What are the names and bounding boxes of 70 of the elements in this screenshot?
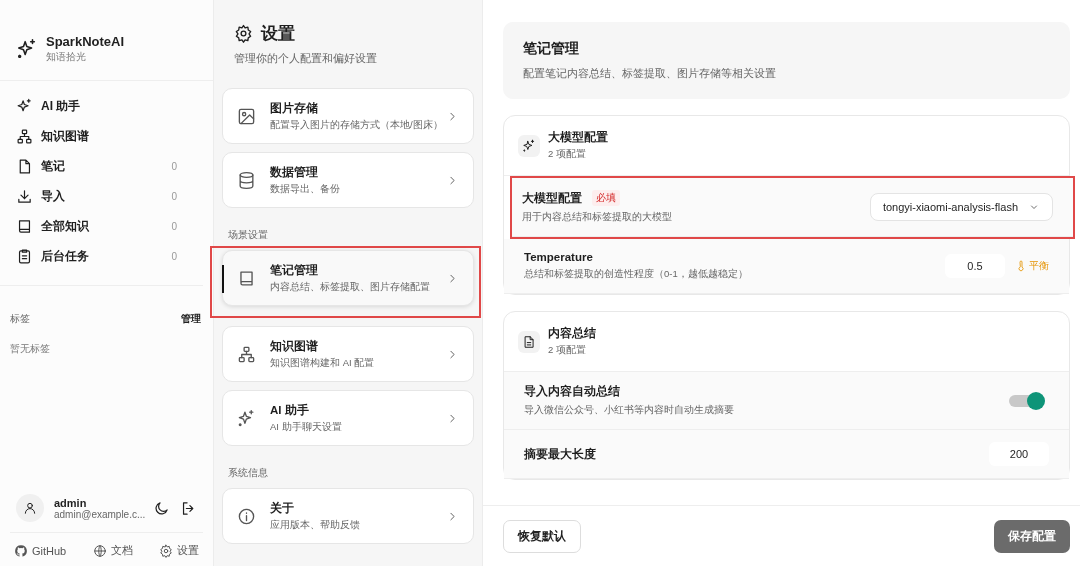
sparkle-icon [16,38,38,60]
app-tagline: 知语拾光 [46,50,87,64]
book-icon [237,268,256,288]
book-icon [16,217,33,235]
settings-card[interactable]: 知识图谱 知识图谱构建和 AI 配置 [222,326,474,382]
network-icon [237,344,256,364]
number-field[interactable]: 0.5 [945,254,1005,278]
moon-icon[interactable] [153,499,170,517]
database-icon [237,170,256,190]
nav-item[interactable]: 笔记 0 [10,151,193,181]
network-icon [16,127,33,145]
number-field[interactable]: 200 [989,442,1049,466]
user-email: admin@example.c... [54,508,143,520]
settings-card[interactable]: 图片存储 配置导入图片的存储方式（本地/图床） [222,88,474,144]
gear-icon [159,543,173,558]
config-count: 2 项配置 [548,344,587,357]
image-icon [237,106,256,126]
model-dropdown[interactable]: tongyi-xiaomi-analysis-flash [869,193,1053,221]
setting-label: 大模型配置 [522,190,582,206]
thermometer-icon [1015,260,1027,272]
sparkle-icon [237,408,256,428]
nav-item[interactable]: 后台任务 0 [10,241,193,271]
level-hint: 平衡 [1029,259,1049,273]
setting-label: 摘要最大长度 [524,446,596,462]
required-badge: 必填 [592,190,620,206]
panel-title: 内容总结 [548,326,596,341]
setting-description: 用于内容总结和标签提取的大模型 [522,211,673,224]
footer-link[interactable]: GitHub [14,543,67,558]
app-name: SparkNoteAI [46,34,125,49]
item-count: 0 [171,190,178,202]
setting-description: 导入微信公众号、小红书等内容时自动生成摘要 [524,404,735,417]
globe-icon [92,543,107,558]
save-button[interactable]: 保存配置 [994,519,1070,553]
nav-item[interactable]: 导入 0 [10,181,193,211]
panel-title: 大模型配置 [548,130,608,145]
empty-message: 暂无标签 [9,342,51,356]
section-title: 笔记管理 [523,40,580,58]
settings-card[interactable]: 笔记管理 内容总结、标签提取、图片存储配置 [222,250,474,306]
settings-card[interactable]: 数据管理 数据导出、备份 [222,152,474,208]
nav-item[interactable]: 知识图谱 [10,121,193,151]
github-icon [14,543,28,558]
footer-link[interactable]: 文档 [92,543,133,558]
section-subtitle: 配置笔记内容总结、标签提取、图片存储等相关设置 [523,66,777,81]
section-badge [518,134,540,157]
item-count: 0 [171,220,178,232]
avatar [16,494,44,522]
settings-icon [234,24,253,43]
item-count: 0 [171,160,178,172]
info-icon [237,506,256,526]
item-count: 0 [171,250,178,262]
manage-link[interactable]: 管理 [181,312,201,326]
download-icon [16,187,33,205]
setting-description: 总结和标签提取的创造性程度（0-1，越低越稳定） [524,268,749,281]
settings-card[interactable]: AI 助手 AI 助手聊天设置 [222,390,474,446]
group-label: 场景设置 [227,228,269,242]
settings-card[interactable]: 关于 应用版本、帮助反馈 [222,488,474,544]
setting-label: Temperature [524,251,593,263]
clipboard-icon [16,247,33,265]
reset-button[interactable]: 恢复默认 [503,519,581,553]
section-label: 标签 [10,312,30,326]
setting-label: 导入内容自动总结 [524,384,620,399]
config-count: 2 项配置 [548,148,587,161]
user-name: admin [54,496,88,509]
page-title: 设置 [261,23,295,45]
nav-item[interactable]: 全部知识 0 [10,211,193,241]
page-subtitle: 管理你的个人配置和偏好设置 [234,51,378,66]
nav-item[interactable]: AI 助手 [10,91,193,121]
section-badge [518,330,540,353]
group-label: 系统信息 [227,466,269,480]
footer-link[interactable]: 设置 [159,543,199,558]
